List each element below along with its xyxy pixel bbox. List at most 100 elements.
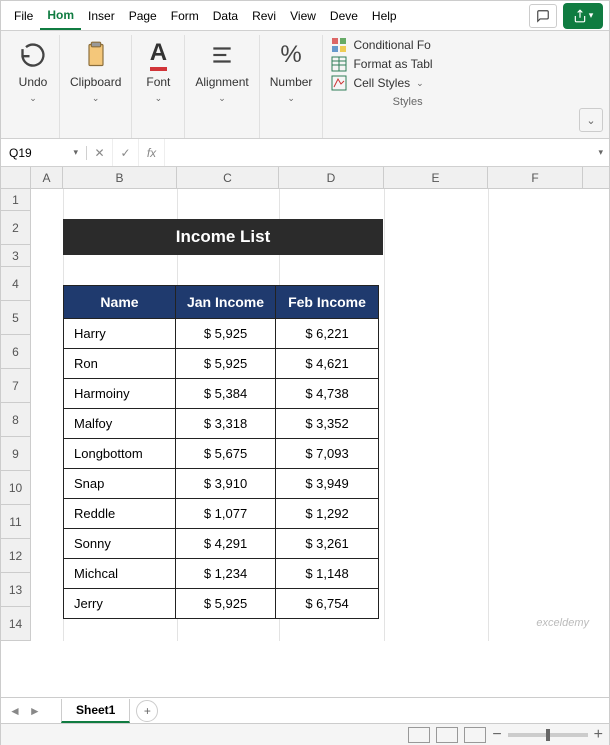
format-table-button[interactable]: Format as Tabl bbox=[331, 56, 432, 72]
col-header[interactable]: B bbox=[63, 167, 177, 188]
row-headers: 1 2 3 4 5 6 7 8 9 10 11 12 13 14 bbox=[1, 189, 31, 641]
view-break-button[interactable] bbox=[464, 727, 486, 743]
status-bar: − + bbox=[1, 723, 609, 745]
share-icon bbox=[573, 9, 587, 23]
sheet-nav[interactable]: ◄ ► bbox=[9, 704, 41, 718]
table-row[interactable]: Michcal$ 1,234$ 1,148 bbox=[64, 559, 379, 589]
tab-help[interactable]: Help bbox=[365, 3, 404, 29]
row-header[interactable]: 5 bbox=[1, 301, 30, 335]
col-header[interactable]: F bbox=[488, 167, 583, 188]
chevron-left-icon: ◄ bbox=[9, 704, 21, 718]
undo-button[interactable]: Undo ⌄ bbox=[17, 39, 49, 104]
table-row[interactable]: Reddle$ 1,077$ 1,292 bbox=[64, 499, 379, 529]
row-header[interactable]: 7 bbox=[1, 369, 30, 403]
group-styles: Conditional Fo Format as Tabl Cell Style… bbox=[323, 35, 438, 138]
table-row[interactable]: Jerry$ 5,925$ 6,754 bbox=[64, 589, 379, 619]
row-header[interactable]: 4 bbox=[1, 267, 30, 301]
cell-jan: $ 4,291 bbox=[176, 529, 276, 559]
tab-view[interactable]: View bbox=[283, 3, 323, 29]
table-row[interactable]: Malfoy$ 3,318$ 3,352 bbox=[64, 409, 379, 439]
alignment-icon bbox=[209, 42, 235, 68]
tab-review[interactable]: Revi bbox=[245, 3, 283, 29]
styles-group-label: Styles bbox=[393, 96, 423, 108]
fx-button[interactable]: fx bbox=[139, 139, 165, 166]
tab-developer[interactable]: Deve bbox=[323, 3, 365, 29]
group-alignment: Alignment ⌄ bbox=[185, 35, 259, 138]
table-row[interactable]: Longbottom$ 5,675$ 7,093 bbox=[64, 439, 379, 469]
zoom-in-button[interactable]: + bbox=[594, 726, 603, 744]
cell-name: Sonny bbox=[64, 529, 176, 559]
add-sheet-button[interactable]: + bbox=[136, 700, 158, 722]
zoom-slider[interactable] bbox=[508, 733, 588, 737]
cell-jan: $ 5,384 bbox=[176, 379, 276, 409]
cell-name: Malfoy bbox=[64, 409, 176, 439]
close-icon: ✕ bbox=[94, 146, 104, 160]
font-button[interactable]: A Font ⌄ bbox=[142, 39, 174, 104]
select-all-corner[interactable] bbox=[1, 167, 31, 188]
cell-area[interactable]: Income List Name Jan Income Feb Income H… bbox=[31, 189, 609, 641]
table-row[interactable]: Ron$ 5,925$ 4,621 bbox=[64, 349, 379, 379]
row-header[interactable]: 3 bbox=[1, 245, 30, 267]
row-header[interactable]: 2 bbox=[1, 211, 30, 245]
format-table-label: Format as Tabl bbox=[353, 57, 432, 71]
col-header[interactable]: C bbox=[177, 167, 279, 188]
col-header[interactable]: D bbox=[279, 167, 384, 188]
row-header[interactable]: 13 bbox=[1, 573, 30, 607]
row-header[interactable]: 8 bbox=[1, 403, 30, 437]
cell-jan: $ 3,910 bbox=[176, 469, 276, 499]
chevron-down-icon: ▾ bbox=[589, 10, 594, 21]
table-row[interactable]: Sonny$ 4,291$ 3,261 bbox=[64, 529, 379, 559]
table-row[interactable]: Snap$ 3,910$ 3,949 bbox=[64, 469, 379, 499]
paste-button[interactable]: Clipboard ⌄ bbox=[70, 39, 121, 104]
formula-input[interactable]: ▾ bbox=[165, 147, 609, 158]
cell-name: Harry bbox=[64, 319, 176, 349]
comments-button[interactable] bbox=[529, 4, 557, 28]
cell-jan: $ 5,925 bbox=[176, 349, 276, 379]
view-normal-button[interactable] bbox=[408, 727, 430, 743]
row-header[interactable]: 1 bbox=[1, 189, 30, 211]
conditional-icon bbox=[331, 37, 347, 53]
enter-button[interactable]: ✓ bbox=[113, 139, 139, 166]
title-banner: Income List bbox=[63, 219, 383, 255]
ribbon-collapse-button[interactable]: ⌄ bbox=[579, 108, 603, 132]
sheet-tab-active[interactable]: Sheet1 bbox=[61, 699, 130, 723]
col-header[interactable]: E bbox=[384, 167, 488, 188]
tab-data[interactable]: Data bbox=[206, 3, 245, 29]
table-row[interactable]: Harmoiny$ 5,384$ 4,738 bbox=[64, 379, 379, 409]
tab-page[interactable]: Page bbox=[122, 3, 164, 29]
table-icon bbox=[331, 56, 347, 72]
tab-form[interactable]: Form bbox=[164, 3, 206, 29]
font-icon: A bbox=[150, 39, 167, 71]
row-header[interactable]: 9 bbox=[1, 437, 30, 471]
view-page-button[interactable] bbox=[436, 727, 458, 743]
row-header[interactable]: 11 bbox=[1, 505, 30, 539]
tab-file[interactable]: File bbox=[7, 3, 40, 29]
tab-home[interactable]: Hom bbox=[40, 2, 81, 30]
col-header[interactable]: A bbox=[31, 167, 63, 188]
tab-insert[interactable]: Inser bbox=[81, 3, 122, 29]
cell-styles-button[interactable]: Cell Styles ⌄ bbox=[331, 75, 432, 91]
table-row[interactable]: Harry$ 5,925$ 6,221 bbox=[64, 319, 379, 349]
zoom-out-button[interactable]: − bbox=[492, 726, 501, 744]
name-box[interactable]: Q19 ▾ bbox=[1, 146, 87, 160]
row-header[interactable]: 10 bbox=[1, 471, 30, 505]
row-header[interactable]: 6 bbox=[1, 335, 30, 369]
number-button[interactable]: % Number ⌄ bbox=[270, 39, 313, 104]
row-header[interactable]: 12 bbox=[1, 539, 30, 573]
fx-icon: fx bbox=[147, 146, 156, 160]
undo-icon bbox=[19, 41, 47, 69]
cell-name: Longbottom bbox=[64, 439, 176, 469]
cell-feb: $ 6,221 bbox=[276, 319, 379, 349]
cancel-button[interactable]: ✕ bbox=[87, 139, 113, 166]
row-header[interactable]: 14 bbox=[1, 607, 30, 641]
alignment-button[interactable]: Alignment ⌄ bbox=[195, 39, 248, 104]
group-undo: Undo ⌄ bbox=[7, 35, 60, 138]
cell-feb: $ 3,261 bbox=[276, 529, 379, 559]
cell-jan: $ 1,077 bbox=[176, 499, 276, 529]
conditional-format-button[interactable]: Conditional Fo bbox=[331, 37, 432, 53]
group-number: % Number ⌄ bbox=[260, 35, 324, 138]
cell-name: Harmoiny bbox=[64, 379, 176, 409]
chevron-down-icon: ▾ bbox=[598, 147, 603, 158]
group-clipboard: Clipboard ⌄ bbox=[60, 35, 132, 138]
share-button[interactable]: ▾ bbox=[563, 3, 603, 29]
